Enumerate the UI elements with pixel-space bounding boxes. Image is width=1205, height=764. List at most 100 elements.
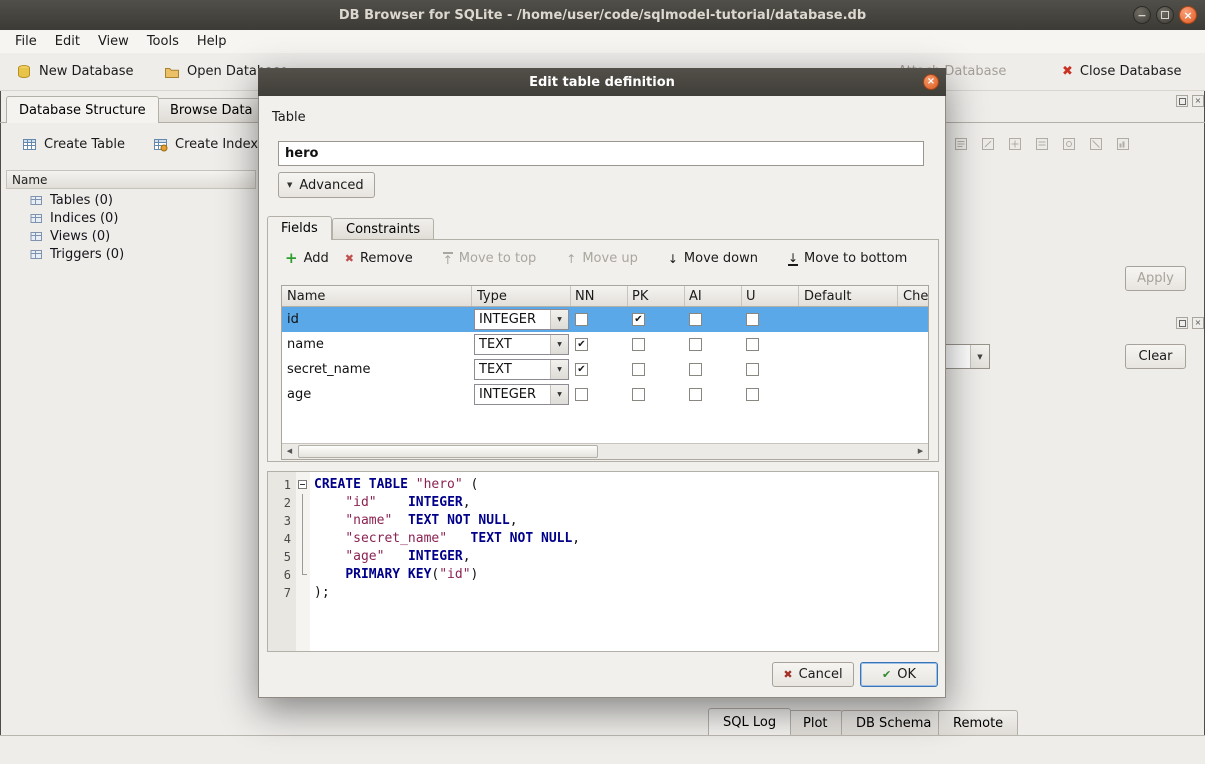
maximize-button[interactable]: [1156, 6, 1174, 24]
tab-plot[interactable]: Plot: [788, 710, 843, 735]
nn-checkbox[interactable]: [575, 388, 588, 401]
menu-tools[interactable]: Tools: [138, 30, 188, 53]
cell-editor-toolbar-icon[interactable]: [979, 135, 997, 153]
cell-editor-toolbar-icon[interactable]: [1006, 135, 1024, 153]
tab-fields[interactable]: Fields: [267, 216, 332, 240]
minimize-button[interactable]: −: [1133, 6, 1151, 24]
pk-checkbox[interactable]: ✔: [632, 313, 645, 326]
check-cell[interactable]: [898, 307, 929, 332]
field-row[interactable]: secret_nameTEXT▼ ✔: [282, 357, 928, 382]
field-row[interactable]: ageINTEGER▼: [282, 382, 928, 407]
column-header-type[interactable]: Type: [472, 286, 571, 306]
field-type-combo[interactable]: TEXT▼: [474, 359, 569, 380]
scroll-right-button[interactable]: ▶: [913, 444, 928, 458]
combo-dropdown-button[interactable]: ▼: [550, 360, 568, 379]
menu-view[interactable]: View: [89, 30, 138, 53]
advanced-button[interactable]: ▼ Advanced: [278, 172, 375, 198]
check-cell[interactable]: [898, 357, 929, 382]
ai-checkbox[interactable]: [689, 313, 702, 326]
add-field-button[interactable]: + Add: [277, 247, 337, 270]
nn-checkbox[interactable]: [575, 313, 588, 326]
field-type-combo[interactable]: TEXT▼: [474, 334, 569, 355]
horizontal-scrollbar[interactable]: ◀ ▶: [282, 443, 928, 459]
ok-button[interactable]: ✔ OK: [860, 662, 938, 687]
table-name-input[interactable]: [278, 141, 924, 166]
u-checkbox[interactable]: [746, 313, 759, 326]
dock-close-button[interactable]: ×: [1192, 95, 1204, 107]
default-cell[interactable]: [799, 382, 898, 407]
combo-dropdown-button[interactable]: ▼: [550, 385, 568, 404]
dock-float-button[interactable]: [1176, 317, 1188, 329]
tree-item-indices[interactable]: Indices (0): [6, 209, 256, 227]
column-header-u[interactable]: U: [742, 286, 799, 306]
column-header-name[interactable]: Name: [282, 286, 472, 306]
default-cell[interactable]: [799, 332, 898, 357]
apply-button[interactable]: Apply: [1125, 266, 1186, 291]
column-header-check[interactable]: Check: [898, 286, 929, 306]
tree-item-tables[interactable]: Tables (0): [6, 191, 256, 209]
pk-checkbox[interactable]: [632, 338, 645, 351]
tree-item-triggers[interactable]: Triggers (0): [6, 245, 256, 263]
ai-checkbox[interactable]: [689, 363, 702, 376]
cell-editor-toolbar-icon[interactable]: [1114, 135, 1132, 153]
cell-editor-toolbar-icon[interactable]: [1087, 135, 1105, 153]
menu-file[interactable]: File: [6, 30, 46, 53]
cell-editor-toolbar-icon[interactable]: [952, 135, 970, 153]
close-window-button[interactable]: ×: [1179, 6, 1197, 24]
ai-checkbox[interactable]: [689, 388, 702, 401]
fold-collapse-icon[interactable]: [298, 480, 307, 489]
combo-dropdown-button[interactable]: ▼: [550, 310, 568, 329]
cell-editor-toolbar-icon[interactable]: [1033, 135, 1051, 153]
default-cell[interactable]: [799, 357, 898, 382]
tab-db-schema[interactable]: DB Schema: [841, 710, 946, 735]
move-to-bottom-button[interactable]: ↓ Move to bottom: [780, 247, 915, 270]
menu-help[interactable]: Help: [188, 30, 236, 53]
tab-remote[interactable]: Remote: [938, 710, 1018, 735]
u-checkbox[interactable]: [746, 338, 759, 351]
create-index-button[interactable]: Create Index: [145, 131, 266, 157]
field-type-combo[interactable]: INTEGER▼: [474, 384, 569, 405]
move-down-button[interactable]: ↓ Move down: [660, 247, 766, 270]
field-row[interactable]: nameTEXT▼ ✔: [282, 332, 928, 357]
scrollbar-thumb[interactable]: [298, 445, 598, 458]
close-database-button[interactable]: ✖ Close Database: [1056, 58, 1187, 85]
ai-checkbox[interactable]: [689, 338, 702, 351]
column-header-pk[interactable]: PK: [628, 286, 685, 306]
dock-close-button[interactable]: ×: [1192, 317, 1204, 329]
tab-sql-log[interactable]: SQL Log: [708, 708, 791, 735]
combo-dropdown-button[interactable]: ▼: [970, 345, 989, 368]
tree-item-views[interactable]: Views (0): [6, 227, 256, 245]
field-name-cell[interactable]: id: [282, 307, 472, 332]
scroll-left-button[interactable]: ◀: [282, 444, 297, 458]
tab-constraints[interactable]: Constraints: [332, 218, 434, 240]
clear-button[interactable]: Clear: [1125, 344, 1186, 369]
new-database-button[interactable]: New Database: [10, 58, 140, 85]
field-row[interactable]: idINTEGER▼ ✔: [282, 307, 928, 332]
move-up-button[interactable]: ↑ Move up: [558, 247, 646, 270]
cancel-button[interactable]: ✖ Cancel: [772, 662, 854, 687]
column-header-nn[interactable]: NN: [571, 286, 628, 306]
menu-edit[interactable]: Edit: [46, 30, 89, 53]
check-cell[interactable]: [898, 332, 929, 357]
column-header-ai[interactable]: AI: [685, 286, 742, 306]
tree-column-header[interactable]: Name: [6, 170, 256, 189]
field-name-cell[interactable]: name: [282, 332, 472, 357]
move-to-top-button[interactable]: ↑ Move to top: [435, 247, 545, 270]
u-checkbox[interactable]: [746, 363, 759, 376]
nn-checkbox[interactable]: ✔: [575, 363, 588, 376]
check-cell[interactable]: [898, 382, 929, 407]
dialog-close-button[interactable]: ×: [923, 74, 939, 90]
pk-checkbox[interactable]: [632, 388, 645, 401]
tab-browse-data[interactable]: Browse Data: [157, 98, 266, 122]
cell-editor-toolbar-icon[interactable]: [1060, 135, 1078, 153]
pk-checkbox[interactable]: [632, 363, 645, 376]
field-name-cell[interactable]: secret_name: [282, 357, 472, 382]
default-cell[interactable]: [799, 307, 898, 332]
column-header-default[interactable]: Default: [799, 286, 898, 306]
nn-checkbox[interactable]: ✔: [575, 338, 588, 351]
combo-dropdown-button[interactable]: ▼: [550, 335, 568, 354]
create-table-button[interactable]: Create Table: [14, 131, 133, 157]
u-checkbox[interactable]: [746, 388, 759, 401]
field-type-combo[interactable]: INTEGER▼: [474, 309, 569, 330]
field-name-cell[interactable]: age: [282, 382, 472, 407]
